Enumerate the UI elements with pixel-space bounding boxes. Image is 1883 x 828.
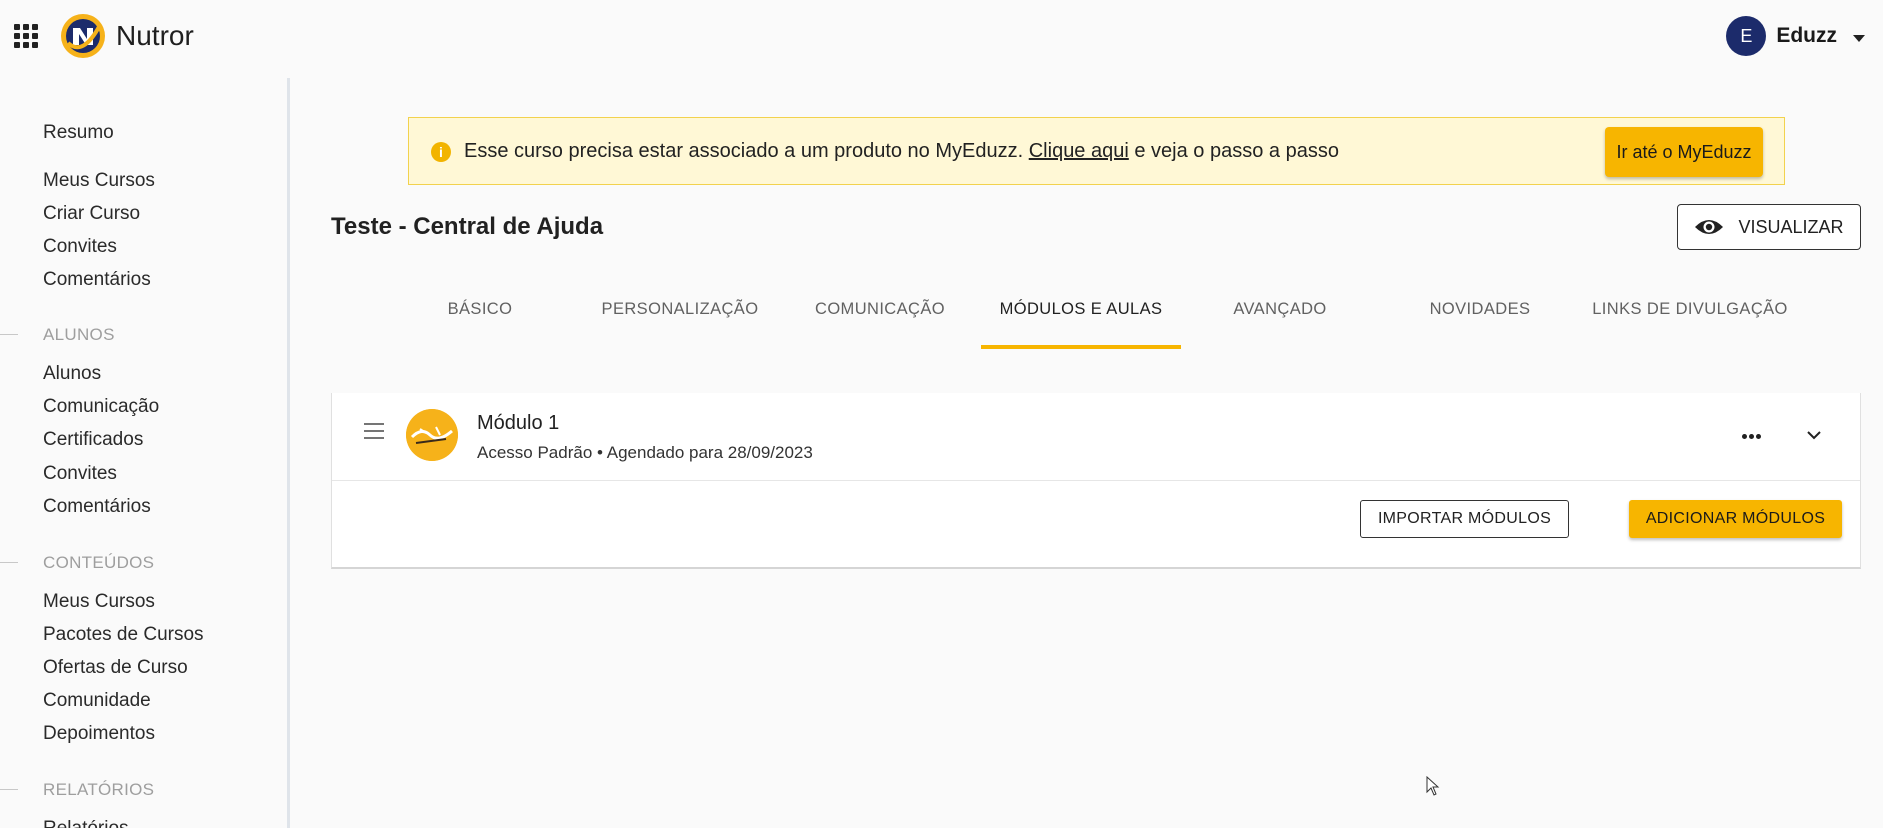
nutror-logo-icon [61, 14, 105, 58]
mouse-pointer-icon [1426, 776, 1440, 796]
module-subtitle: Acesso Padrão • Agendado para 28/09/2023 [477, 443, 813, 462]
page-title: Teste - Central de Ajuda [331, 213, 604, 240]
more-options-icon[interactable] [1742, 426, 1772, 446]
avatar[interactable]: E [1726, 16, 1767, 56]
sidebar-item-ofertas-de-curso[interactable]: Ofertas de Curso [43, 657, 188, 679]
info-icon: i [431, 142, 451, 162]
sidebar-item-convites-alunos[interactable]: Convites [43, 463, 117, 485]
section-divider [0, 789, 18, 790]
tab-novidades[interactable]: NOVIDADES [1400, 295, 1560, 350]
user-menu[interactable]: E Eduzz [1726, 15, 1865, 57]
sidebar-item-meus-cursos[interactable]: Meus Cursos [43, 170, 155, 192]
top-bar: Nutror E Eduzz [0, 0, 1883, 72]
sidebar-item-comentarios[interactable]: Comentários [43, 269, 151, 291]
sidebar-item-pacotes-de-cursos[interactable]: Pacotes de Cursos [43, 624, 204, 646]
sidebar-item-resumo[interactable]: Resumo [43, 122, 114, 144]
sidebar-item-comentarios-alunos[interactable]: Comentários [43, 496, 151, 518]
section-divider [0, 334, 18, 335]
brand-name[interactable]: Nutror [116, 20, 194, 52]
add-modules-button[interactable]: ADICIONAR MÓDULOS [1629, 500, 1842, 538]
tab-personalizacao[interactable]: PERSONALIZAÇÃO [600, 295, 760, 350]
go-to-myeduzz-button[interactable]: Ir até o MyEduzz [1605, 127, 1763, 177]
alert-message: Esse curso precisa estar associado a um … [464, 140, 1339, 163]
preview-button[interactable]: VISUALIZAR [1677, 204, 1861, 250]
tab-basico[interactable]: BÁSICO [400, 295, 560, 350]
sidebar-item-relatorios[interactable]: Relatórios [43, 818, 129, 828]
sidebar-border [287, 78, 290, 828]
section-title-relatorios: RELATÓRIOS [43, 780, 155, 799]
product-association-alert: i Esse curso precisa estar associado a u… [408, 117, 1785, 185]
module-thumbnail [406, 409, 458, 461]
tab-avancado[interactable]: AVANÇADO [1200, 295, 1360, 350]
sidebar-item-comunidade[interactable]: Comunidade [43, 690, 151, 712]
sidebar-item-alunos[interactable]: Alunos [43, 363, 101, 385]
module-card: Módulo 1 Acesso Padrão • Agendado para 2… [331, 393, 1861, 569]
sidebar-item-meus-cursos-conteudos[interactable]: Meus Cursos [43, 591, 155, 613]
module-title[interactable]: Módulo 1 [477, 412, 559, 435]
section-divider [0, 562, 18, 563]
alert-help-link[interactable]: Clique aqui [1029, 140, 1129, 162]
card-divider [332, 480, 1860, 481]
tab-modulos-e-aulas[interactable]: MÓDULOS E AULAS [981, 295, 1181, 350]
chevron-down-icon[interactable] [1853, 34, 1865, 42]
tab-comunicacao[interactable]: COMUNICAÇÃO [800, 295, 960, 350]
sidebar-item-depoimentos[interactable]: Depoimentos [43, 723, 155, 745]
import-modules-button[interactable]: IMPORTAR MÓDULOS [1360, 500, 1569, 538]
tab-links-de-divulgacao[interactable]: LINKS DE DIVULGAÇÃO [1580, 295, 1800, 350]
apps-grid-icon[interactable] [14, 24, 38, 48]
chevron-down-icon[interactable] [1804, 425, 1824, 445]
section-title-conteudos: CONTEÚDOS [43, 553, 155, 572]
active-tab-indicator [981, 345, 1181, 349]
preview-button-label[interactable]: VISUALIZAR [1738, 217, 1843, 238]
sidebar-item-convites[interactable]: Convites [43, 236, 117, 258]
course-tabs: BÁSICO PERSONALIZAÇÃO COMUNICAÇÃO MÓDULO… [400, 295, 1820, 350]
alert-text-before: Esse curso precisa estar associado a um … [464, 140, 1024, 162]
user-name[interactable]: Eduzz [1776, 24, 1837, 48]
eye-icon [1695, 220, 1724, 234]
drag-handle-icon[interactable] [364, 423, 384, 439]
sidebar-item-comunicacao[interactable]: Comunicação [43, 396, 159, 418]
sidebar-item-criar-curso[interactable]: Criar Curso [43, 203, 140, 225]
section-title-alunos: ALUNOS [43, 325, 115, 344]
alert-text-after: e veja o passo a passo [1134, 140, 1339, 162]
sidebar: Resumo Meus Cursos Criar Curso Convites … [0, 78, 290, 828]
sidebar-item-certificados[interactable]: Certificados [43, 429, 143, 451]
